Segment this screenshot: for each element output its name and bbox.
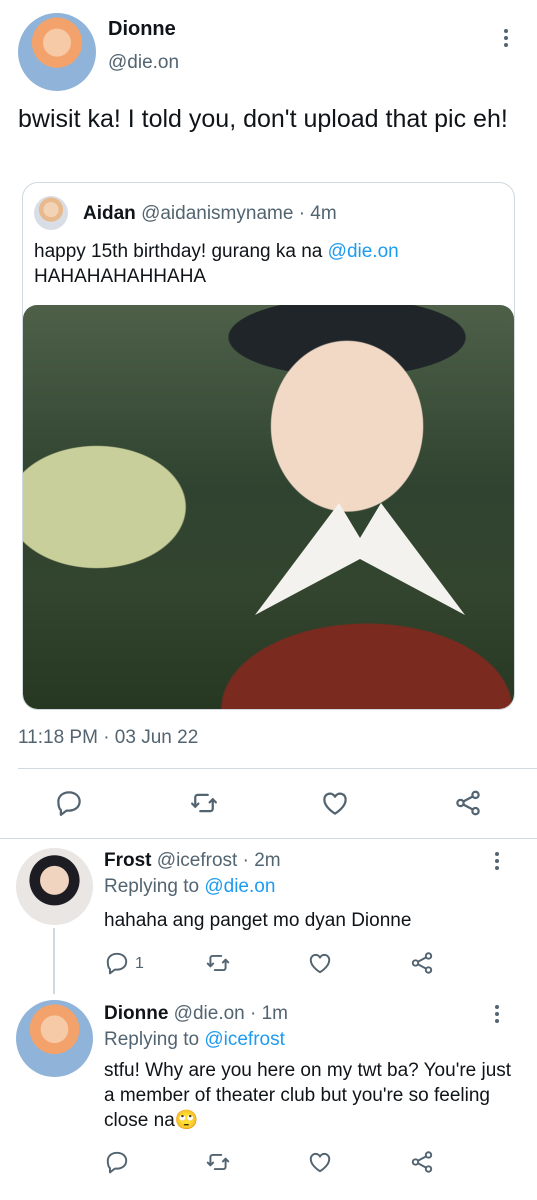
quoted-photo[interactable] xyxy=(23,305,514,709)
reply-avatar[interactable] xyxy=(16,848,93,925)
retweet-icon[interactable] xyxy=(205,1149,231,1175)
author-handle[interactable]: @die.on xyxy=(108,52,179,74)
reply-author-name[interactable]: Frost xyxy=(104,850,152,871)
reply-handle-time: @die.on · 1m xyxy=(173,1003,289,1024)
author-name[interactable]: Dionne xyxy=(108,18,176,41)
reply-handle-time: @icefrost · 2m xyxy=(156,850,281,871)
like-icon[interactable] xyxy=(307,1149,333,1175)
more-options-icon[interactable] xyxy=(487,847,507,875)
quoted-author-name: Aidan xyxy=(83,203,136,224)
quoted-avatar xyxy=(34,196,68,230)
share-icon[interactable] xyxy=(453,788,483,818)
reply-text: stfu! Why are you here on my twt ba? You… xyxy=(104,1060,512,1131)
replying-to-mention[interactable]: @icefrost xyxy=(204,1029,285,1050)
reply-count: 1 xyxy=(135,955,144,972)
thread-line xyxy=(53,928,55,994)
replying-to-label: Replying to xyxy=(104,876,205,897)
reply-icon[interactable] xyxy=(104,950,130,976)
divider xyxy=(18,768,537,769)
like-icon[interactable] xyxy=(307,950,333,976)
share-icon[interactable] xyxy=(409,1149,435,1175)
replying-to-label: Replying to xyxy=(104,1029,205,1050)
author-avatar[interactable] xyxy=(18,13,96,91)
retweet-icon[interactable] xyxy=(189,788,219,818)
quoted-tweet-text: happy 15th birthday! gurang ka na @die.o… xyxy=(34,239,504,289)
quoted-tweet-card[interactable]: Aidan @aidanismyname · 4m happy 15th bir… xyxy=(22,182,515,710)
quoted-mention-link[interactable]: @die.on xyxy=(328,241,399,262)
retweet-icon[interactable] xyxy=(205,950,231,976)
tweet-timestamp: 11:18 PM · 03 Jun 22 xyxy=(18,727,199,748)
more-options-icon[interactable] xyxy=(487,1000,507,1028)
like-icon[interactable] xyxy=(320,788,350,818)
reply-avatar[interactable] xyxy=(16,1000,93,1077)
more-options-icon[interactable] xyxy=(496,24,516,52)
reply-text: hahaha ang panget mo dyan Dionne xyxy=(104,910,412,931)
divider xyxy=(0,838,537,839)
tweet-text: bwisit ka! I told you, don't upload that… xyxy=(18,105,508,133)
reply-icon[interactable] xyxy=(54,788,84,818)
quoted-text-suffix: HAHAHAHAHHAHA xyxy=(34,266,207,287)
quoted-handle-time: @aidanismyname · 4m xyxy=(141,203,337,224)
quoted-text-prefix: happy 15th birthday! gurang ka na xyxy=(34,241,328,262)
replying-to-mention[interactable]: @die.on xyxy=(204,876,275,897)
reply-icon[interactable] xyxy=(104,1149,130,1175)
share-icon[interactable] xyxy=(409,950,435,976)
reply-author-name[interactable]: Dionne xyxy=(104,1003,168,1024)
